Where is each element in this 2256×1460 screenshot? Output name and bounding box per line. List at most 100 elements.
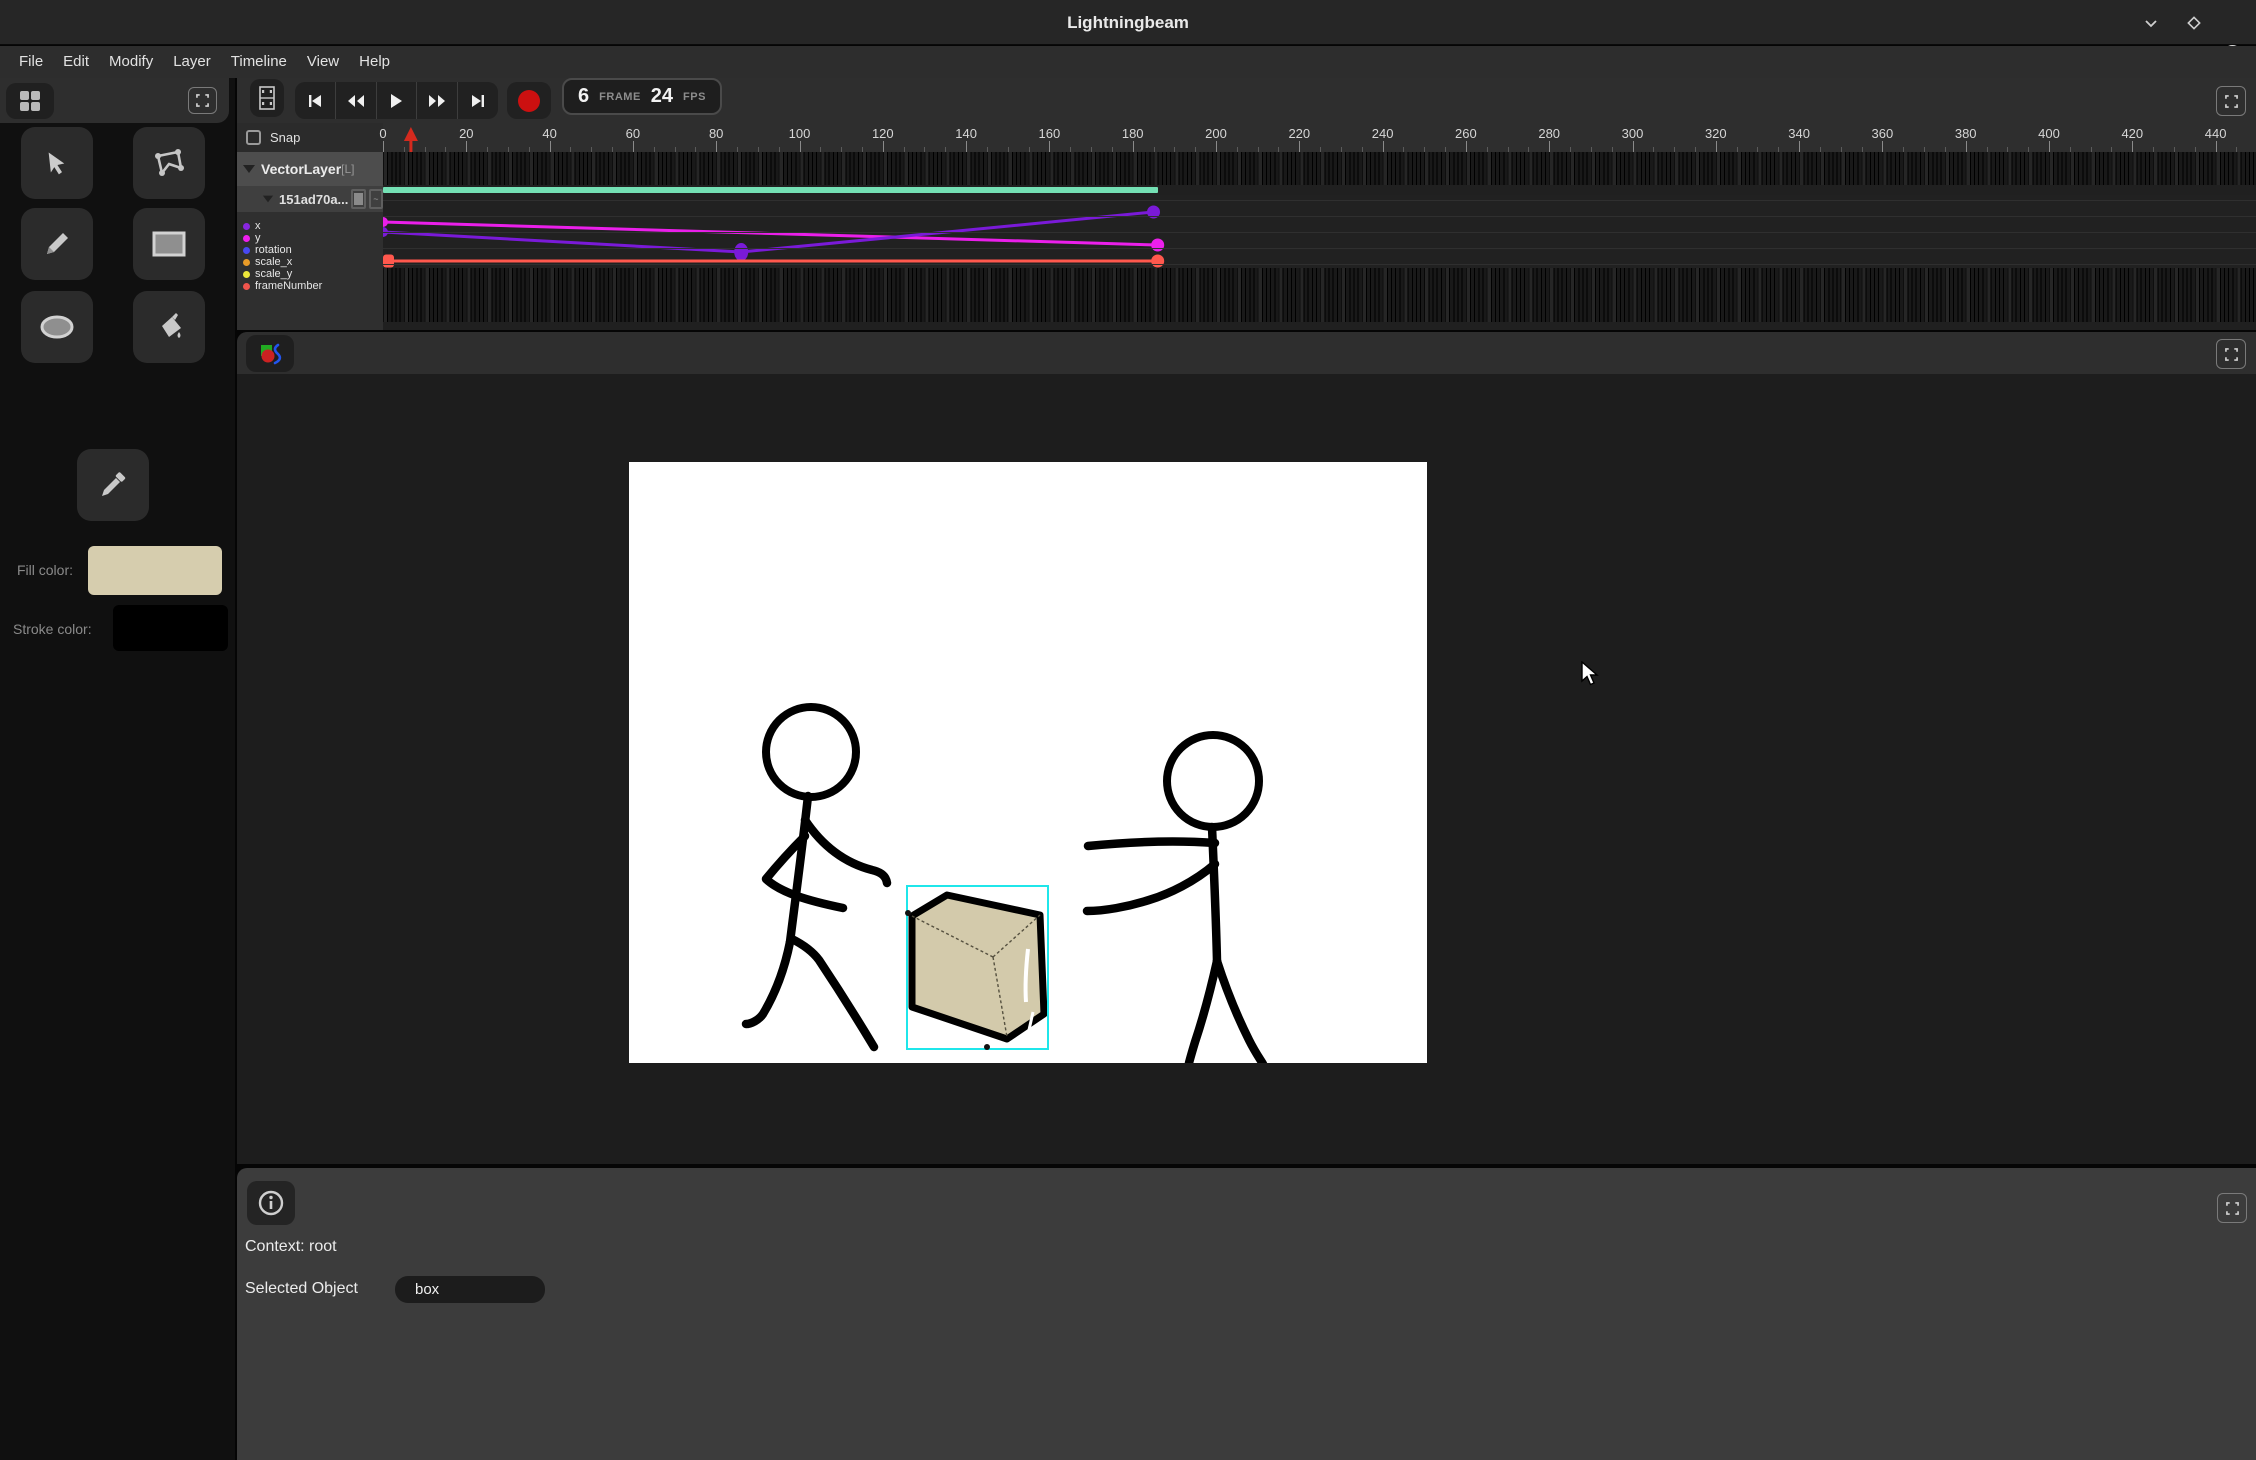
tools-fullscreen-button[interactable] [188, 87, 217, 114]
filled-square-icon [354, 193, 363, 205]
tool-rectangle-button[interactable] [133, 208, 205, 280]
ruler-label: 80 [709, 126, 723, 141]
transport-controls [295, 82, 498, 119]
ruler-label: 140 [955, 126, 977, 141]
maximize-icon[interactable] [2184, 13, 2203, 32]
box-object[interactable] [912, 895, 1044, 1039]
stick-figure-left [746, 707, 887, 1047]
tools-sidebar: Fill color: Stroke color: [0, 78, 235, 1460]
menu-item-modify[interactable]: Modify [99, 46, 163, 78]
object-curve-toggle[interactable]: ~ [369, 189, 383, 209]
canvas-panel-button[interactable] [246, 335, 294, 372]
row-separator [383, 200, 2256, 201]
panel-grid-button[interactable] [6, 83, 54, 119]
timeline-layers-column: Snap VectorLayer [L] 151ad70a... ~ xyrot… [237, 123, 383, 330]
ruler-label: 200 [1205, 126, 1227, 141]
timeline-panel: 6 FRAME 24 FPS Snap VectorLayer [L] 151a… [237, 78, 2256, 330]
inspector-panel-button[interactable] [247, 1181, 295, 1225]
property-name: scale_y [255, 268, 292, 280]
pencil-icon [41, 228, 73, 260]
fps-unit-label: FPS [683, 91, 706, 103]
timeline-fullscreen-button[interactable] [2216, 86, 2246, 116]
layer-name: VectorLayer [261, 161, 341, 177]
timeline-panel-button[interactable] [250, 79, 284, 117]
property-row-x[interactable]: x [237, 220, 383, 232]
property-row-frameNumber[interactable]: frameNumber [237, 280, 383, 292]
context-text: Context: root [245, 1238, 337, 1256]
selected-object-value[interactable]: box [395, 1276, 545, 1303]
object-row-151ad70a[interactable]: 151ad70a... ~ [237, 186, 383, 212]
layer-collapse-icon[interactable] [243, 165, 255, 173]
inspector-panel: Context: root Selected Object box [237, 1168, 2256, 1460]
stroke-color-swatch[interactable] [113, 605, 228, 651]
menu-item-edit[interactable]: Edit [53, 46, 99, 78]
minimize-icon[interactable] [2141, 13, 2160, 32]
property-row-rotation[interactable]: rotation [237, 244, 383, 256]
ruler-label: 40 [542, 126, 556, 141]
tool-transform-button[interactable] [133, 127, 205, 199]
menu-item-view[interactable]: View [297, 46, 349, 78]
fast-forward-button[interactable] [417, 82, 458, 119]
object-visibility-toggle[interactable] [351, 189, 365, 209]
tools-panel-header [0, 78, 229, 123]
property-row-scale_x[interactable]: scale_x [237, 256, 383, 268]
grid-icon [19, 90, 41, 112]
ellipse-icon [39, 314, 75, 340]
property-name: y [255, 232, 261, 244]
keyframe-frameNumber[interactable] [383, 255, 394, 268]
keyframe-y[interactable] [1151, 239, 1164, 252]
fill-color-label: Fill color: [17, 562, 73, 578]
layer-row-vectorlayer[interactable]: VectorLayer [L] [237, 152, 383, 186]
ruler-label: 100 [789, 126, 811, 141]
property-row-y[interactable]: y [237, 232, 383, 244]
tool-ellipse-button[interactable] [21, 291, 93, 363]
snap-row: Snap [237, 123, 383, 152]
anchor-point[interactable] [984, 1044, 990, 1050]
title-bar: Lightningbeam ✕ [0, 0, 2256, 45]
canvas-header [237, 332, 2256, 374]
curve-y[interactable] [383, 222, 1158, 245]
ruler-label: 0 [379, 126, 386, 141]
animation-curves[interactable] [383, 150, 2256, 330]
row-separator [383, 264, 2256, 265]
snap-checkbox[interactable] [246, 130, 261, 145]
fill-color-swatch[interactable] [88, 546, 222, 595]
tool-pencil-button[interactable] [21, 208, 93, 280]
ruler-label: 180 [1122, 126, 1144, 141]
ruler-label: 360 [1872, 126, 1894, 141]
timeline-ruler[interactable]: 0204060801001201401601802002202402602803… [383, 123, 2256, 152]
tool-eyedropper-button[interactable] [77, 449, 149, 521]
keyframe-x[interactable] [734, 243, 748, 261]
tool-paint-bucket-button[interactable] [133, 291, 205, 363]
skip-to-end-button[interactable] [458, 82, 498, 119]
selected-object-label: Selected Object [245, 1280, 358, 1298]
ruler-label: 280 [1538, 126, 1560, 141]
timeline-tracks[interactable]: 0204060801001201401601802002202402602803… [383, 123, 2256, 330]
keyframe-y[interactable] [383, 217, 388, 227]
anchor-point[interactable] [905, 910, 911, 916]
transform-path-icon [152, 146, 186, 180]
play-button[interactable] [377, 82, 418, 119]
record-button[interactable] [507, 82, 551, 119]
menu-item-file[interactable]: File [9, 46, 53, 78]
property-color-dot [243, 223, 250, 230]
record-icon [518, 90, 540, 112]
tool-select-button[interactable] [21, 127, 93, 199]
stick-figure-right [1087, 735, 1263, 1063]
rewind-button[interactable] [336, 82, 377, 119]
menu-item-layer[interactable]: Layer [163, 46, 221, 78]
stage-canvas[interactable] [629, 462, 1427, 1063]
skip-to-start-button[interactable] [295, 82, 336, 119]
eyedropper-icon [97, 469, 129, 501]
ruler-label: 240 [1372, 126, 1394, 141]
menu-item-timeline[interactable]: Timeline [221, 46, 297, 78]
snap-label: Snap [270, 130, 300, 145]
inspector-fullscreen-button[interactable] [2217, 1193, 2247, 1223]
keyframe-frameNumber[interactable] [1151, 255, 1164, 268]
object-name: 151ad70a... [279, 192, 348, 207]
object-collapse-icon[interactable] [263, 196, 273, 203]
ruler-label: 60 [626, 126, 640, 141]
property-row-scale_y[interactable]: scale_y [237, 268, 383, 280]
canvas-fullscreen-button[interactable] [2216, 339, 2246, 369]
menu-item-help[interactable]: Help [349, 46, 400, 78]
